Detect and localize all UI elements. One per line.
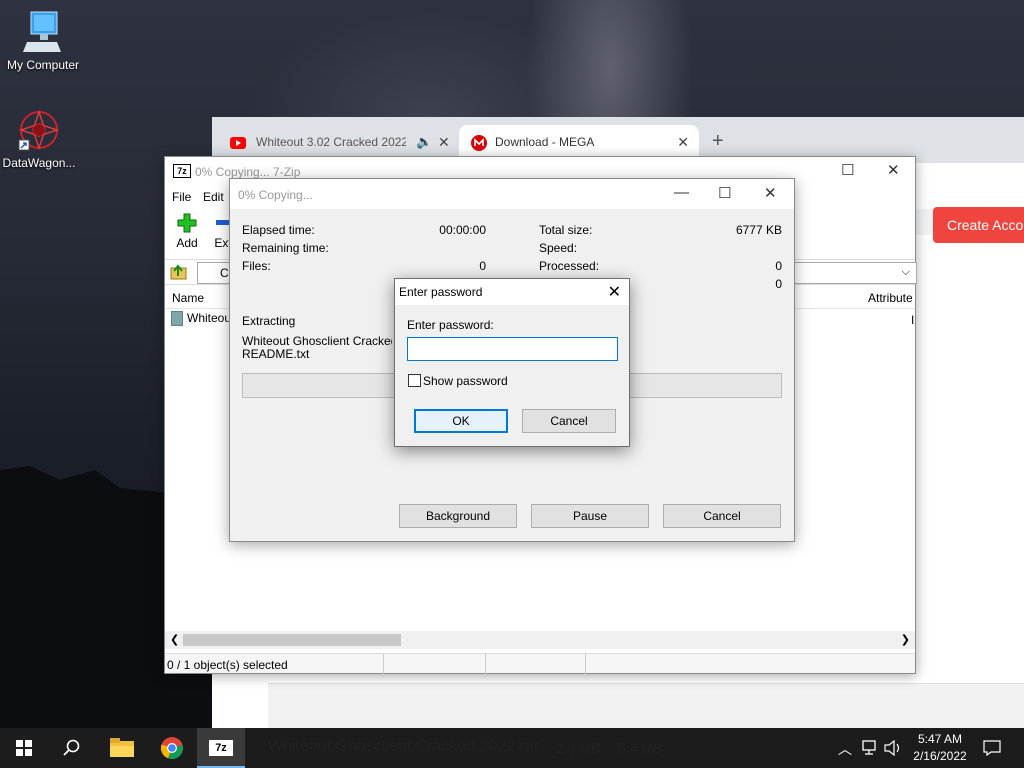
status-bar: 0 / 1 object(s) selected <box>165 653 915 674</box>
taskbar-window-text: Whiteout Ghosclient Cracked 2022.rar <box>268 738 540 755</box>
taskbar-file-explorer[interactable] <box>98 728 146 768</box>
search-icon <box>63 739 80 756</box>
volume-icon[interactable] <box>884 740 902 756</box>
mega-icon <box>471 135 487 151</box>
folder-icon <box>110 738 134 757</box>
speed-label: Speed: <box>539 241 578 255</box>
address-value: C <box>220 266 229 280</box>
tab-label: Whiteout 3.02 Cracked 2022 <box>256 135 406 149</box>
extracting-label: Extracting <box>242 314 296 328</box>
youtube-icon <box>230 137 246 149</box>
files-label: Files: <box>242 259 271 273</box>
elapsed-label: Elapsed time: <box>242 223 315 237</box>
archive-file-icon <box>171 311 183 327</box>
processed-label: Processed: <box>539 259 600 273</box>
status-divider <box>585 654 586 674</box>
total-size-label: Total size: <box>539 223 593 237</box>
tab-label: Download - MEGA <box>495 135 595 149</box>
current-file: README.txt <box>242 347 310 361</box>
clock-date[interactable]: 2/16/2022 <box>908 749 972 763</box>
column-name[interactable]: Name <box>172 291 204 305</box>
processed-value: 0 <box>775 259 782 273</box>
list-item-attr: I <box>911 313 915 327</box>
new-tab-button[interactable]: + <box>712 130 724 153</box>
horizontal-scrollbar[interactable]: ❮ ❯ <box>165 631 915 649</box>
status-divider <box>485 654 486 674</box>
plus-icon <box>177 213 197 233</box>
taskbar-size-2: 5.4 MB <box>618 740 663 756</box>
maximize-icon[interactable]: ☐ <box>718 184 731 202</box>
windows-logo-icon <box>16 740 32 756</box>
notification-icon[interactable] <box>983 740 1001 756</box>
list-item[interactable]: Whiteou <box>171 311 231 329</box>
chevron-down-icon[interactable]: ⌵ <box>902 266 910 279</box>
clock-time[interactable]: 5:47 AM <box>908 732 972 746</box>
window-title: 0% Copying... 7-Zip <box>195 165 301 179</box>
files-value: 0 <box>479 259 486 273</box>
status-divider <box>383 654 384 674</box>
datawagon-logo-icon <box>18 109 60 151</box>
desktop-icon-label: DataWagon... <box>2 156 76 170</box>
pause-button[interactable]: Pause <box>531 504 649 528</box>
sevenzip-logo-icon: 7z <box>209 740 233 756</box>
menu-edit[interactable]: Edit <box>203 190 224 204</box>
folder-up-icon[interactable] <box>170 263 188 281</box>
menu-file[interactable]: File <box>172 190 191 204</box>
elapsed-value: 00:00:00 <box>439 223 486 237</box>
start-button[interactable] <box>0 728 48 768</box>
chevron-up-icon[interactable]: ︿ <box>838 739 852 759</box>
password-dialog: Enter password ✕ Enter password: Show pa… <box>394 278 630 447</box>
desktop-icon-my-computer[interactable]: My Computer <box>0 10 86 72</box>
background-button[interactable]: Background <box>399 504 517 528</box>
show-password-label[interactable]: Show password <box>423 374 508 388</box>
minimize-icon[interactable]: — <box>674 184 689 201</box>
archive-name: Whiteout Ghosclient Cracked 20 <box>242 334 392 348</box>
scroll-right-icon[interactable]: ❯ <box>901 633 910 646</box>
password-prompt: Enter password: <box>407 318 494 332</box>
close-icon[interactable]: ✕ <box>608 282 621 302</box>
taskbar: 7z Whiteout Ghosclient Cracked 2022.rar … <box>0 728 1024 768</box>
computer-icon <box>23 11 61 52</box>
password-input[interactable] <box>407 337 618 361</box>
maximize-icon[interactable]: ☐ <box>841 161 854 179</box>
speaker-icon: 🔈 <box>416 134 433 149</box>
taskbar-size-1: 2.6 MB <box>556 740 601 756</box>
cancel-button[interactable]: Cancel <box>663 504 781 528</box>
remaining-label: Remaining time: <box>242 241 329 255</box>
password-titlebar: Enter password ✕ <box>395 279 629 305</box>
close-tab-icon[interactable]: ✕ <box>438 134 450 151</box>
extra-value: 0 <box>775 277 782 291</box>
list-item-name: Whiteou <box>187 311 232 325</box>
sevenzip-logo-icon: 7z <box>173 164 191 178</box>
status-text: 0 / 1 object(s) selected <box>167 658 288 672</box>
password-dialog-title: Enter password <box>399 285 483 299</box>
taskbar-7zip[interactable]: 7z <box>197 728 245 768</box>
close-icon[interactable]: ✕ <box>764 184 777 202</box>
desktop-icon-datawagon[interactable]: DataWagon... <box>0 108 82 170</box>
progress-titlebar: 0% Copying... — ☐ ✕ <box>230 179 794 209</box>
desktop-icon-label: My Computer <box>6 58 80 72</box>
total-size-value: 6777 KB <box>735 223 782 237</box>
scrollbar-thumb[interactable] <box>183 634 401 646</box>
network-icon[interactable] <box>862 740 880 756</box>
ok-button[interactable]: OK <box>414 409 508 433</box>
cancel-button[interactable]: Cancel <box>522 409 616 433</box>
progress-title: 0% Copying... <box>238 188 313 202</box>
create-account-button[interactable]: Create Accou <box>933 207 1024 243</box>
close-tab-icon[interactable]: ✕ <box>677 134 689 151</box>
show-password-checkbox[interactable] <box>408 374 421 387</box>
chrome-icon <box>160 737 183 760</box>
search-button[interactable] <box>48 728 96 768</box>
column-attribute[interactable]: Attribute <box>868 291 913 305</box>
taskbar-chrome[interactable] <box>148 728 196 768</box>
close-icon[interactable]: ✕ <box>887 161 900 179</box>
scroll-left-icon[interactable]: ❮ <box>170 633 179 646</box>
